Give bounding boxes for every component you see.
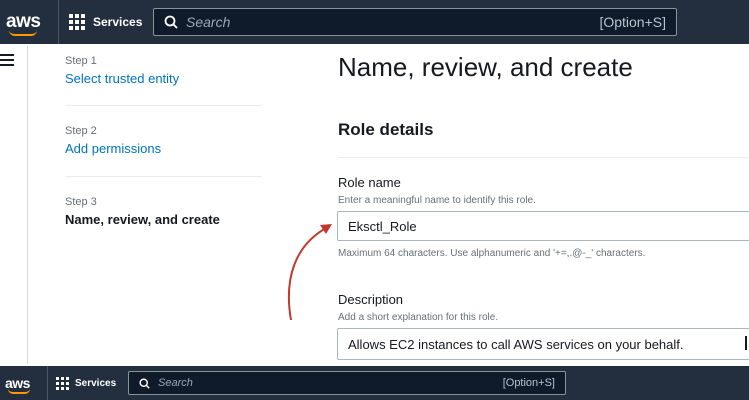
text-cursor [745,336,747,350]
wizard-step-3: Step 3 Name, review, and create [65,177,262,227]
search-input[interactable]: Search [Option+S] [128,371,566,395]
bottom-navbar: aws Services Search [Option+S] [0,366,749,400]
description-textarea[interactable]: Allows EC2 instances to call AWS service… [337,328,749,360]
role-details-heading: Role details [338,120,434,139]
top-navbar: aws Services Search [Option+S] [0,0,749,44]
description-value: Allows EC2 instances to call AWS service… [348,336,684,352]
section-divider [338,157,749,158]
page-title: Name, review, and create [338,52,633,82]
services-label: Services [75,377,117,389]
wizard-step-2: Step 2 Add permissions [65,106,262,176]
role-name-input[interactable]: Eksctl_Role [337,211,749,241]
hamburger-menu-icon[interactable] [0,54,14,69]
search-icon [164,15,178,29]
aws-smile-icon [9,30,37,36]
navbar-divider [47,366,48,400]
role-name-constraint: Maximum 64 characters. Use alphanumeric … [338,248,646,259]
search-placeholder: Search [186,14,231,30]
services-grid-icon [69,14,85,30]
description-label: Description [338,292,404,307]
role-name-label: Role name [338,175,401,190]
step-current-label: Name, review, and create [65,212,220,227]
aws-logo[interactable]: aws [6,11,46,36]
services-menu-button[interactable]: Services [69,14,142,30]
aws-logo[interactable]: aws [5,375,35,394]
search-placeholder: Search [158,377,193,389]
search-shortcut-hint: [Option+S] [599,14,666,30]
step-link-add-permissions[interactable]: Add permissions [65,141,262,156]
search-icon [139,377,150,389]
aws-smile-icon [8,389,30,394]
wizard-steps: Step 1 Select trusted entity Step 2 Add … [65,55,262,227]
annotation-arrow-icon [287,224,332,321]
step-number: Step 3 [65,196,97,208]
navbar-divider [58,0,59,44]
search-shortcut-hint: [Option+S] [502,377,555,389]
step-number: Step 1 [65,55,97,67]
step-number: Step 2 [65,125,97,137]
role-name-value: Eksctl_Role [348,218,417,234]
services-menu-button[interactable]: Services [56,376,117,390]
aws-logo-text: aws [6,11,41,32]
wizard-step-1: Step 1 Select trusted entity [65,55,262,105]
services-label: Services [93,15,143,29]
side-nav-border [27,46,28,364]
step-link-select-trusted-entity[interactable]: Select trusted entity [65,71,262,86]
search-input[interactable]: Search [Option+S] [153,8,677,36]
services-grid-icon [56,376,69,390]
role-name-description: Enter a meaningful name to identify this… [338,195,536,206]
description-hint: Add a short explanation for this role. [338,312,499,323]
iam-create-role-page: aws Services Search [Option+S] Step 1 Se… [0,0,749,400]
